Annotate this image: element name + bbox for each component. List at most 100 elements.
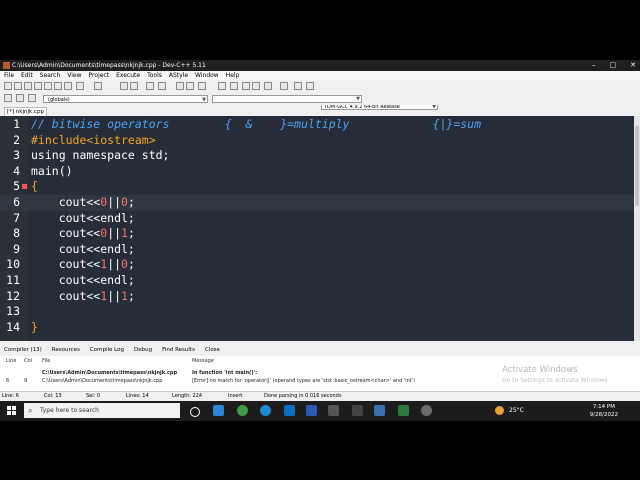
tab-resources[interactable]: Resources (52, 345, 80, 356)
close-button[interactable]: ✕ (630, 60, 636, 71)
col-header-col[interactable]: Col (24, 358, 32, 364)
minimize-button[interactable]: – (592, 60, 596, 71)
run-icon[interactable] (230, 82, 238, 90)
print-icon[interactable] (64, 82, 72, 90)
devcpp-taskbar-icon[interactable] (374, 405, 385, 416)
line-number: 1 (13, 117, 20, 131)
scrollbar-thumb[interactable] (635, 126, 639, 206)
menu-astyle[interactable]: AStyle (169, 71, 188, 80)
col-header-message[interactable]: Message (192, 358, 214, 364)
code-line[interactable]: 3 using namespace std; (0, 148, 634, 164)
chrome-icon[interactable] (237, 405, 248, 416)
task-view-icon[interactable] (190, 407, 200, 417)
editor-scrollbar[interactable] (634, 116, 640, 341)
bookmark-icon[interactable] (158, 82, 166, 90)
member-select[interactable]: ▼ (212, 95, 362, 103)
windows-start-icon[interactable] (7, 406, 16, 415)
close-all-icon[interactable] (54, 82, 62, 90)
code-line[interactable]: 9 cout<<endl; (0, 242, 634, 258)
message-file[interactable]: C:\Users\Admin\Documents\timepass\nkjnjk… (42, 370, 177, 376)
tab-close[interactable]: Close (205, 345, 220, 356)
tab-find-results[interactable]: Find Results (162, 345, 195, 356)
message-file[interactable]: C:\Users\Admin\Documents\timepass\nkjnjk… (42, 378, 162, 384)
replace-icon[interactable] (130, 82, 138, 90)
code-line[interactable]: 1 // bitwise operators { & }=multiply {|}… (0, 117, 634, 133)
code-token: } (31, 319, 38, 334)
compile-run-icon[interactable] (242, 82, 250, 90)
debug-icon[interactable] (306, 82, 314, 90)
word-icon[interactable] (306, 405, 317, 416)
file-explorer-icon[interactable] (213, 405, 224, 416)
settings-icon[interactable] (421, 405, 432, 416)
project-icon[interactable] (198, 82, 206, 90)
scope-select[interactable]: (globals) ▼ (43, 95, 208, 103)
indent-icon[interactable] (176, 82, 184, 90)
code-line[interactable]: 10 cout<<1||0; (0, 257, 634, 273)
new-file-icon[interactable] (4, 82, 12, 90)
menu-edit[interactable]: Edit (21, 71, 33, 80)
tab-debug[interactable]: Debug (134, 345, 152, 356)
menu-window[interactable]: Window (195, 71, 219, 80)
sheets-icon[interactable] (398, 405, 409, 416)
line-number: 10 (6, 257, 20, 272)
close-file-icon[interactable] (44, 82, 52, 90)
redo-icon[interactable] (94, 82, 102, 90)
col-header-file[interactable]: File (42, 358, 50, 364)
code-line[interactable]: 2 #include<iostream> (0, 133, 634, 149)
code-token: using namespace std; (31, 148, 170, 163)
menu-file[interactable]: File (4, 71, 14, 80)
goto-bookmark-icon[interactable] (28, 94, 36, 102)
store-icon[interactable] (328, 405, 339, 416)
code-line[interactable]: 8 cout<<0||1; (0, 226, 634, 242)
line-number: 5 (13, 179, 20, 194)
tab-compile-log[interactable]: Compile Log (90, 345, 124, 356)
line-number: 7 (13, 210, 20, 225)
code-line[interactable]: 12 cout<<1||1; (0, 289, 634, 305)
code-line[interactable]: 4 main() (0, 164, 634, 180)
taskbar-search[interactable]: ⌕ Type here to search (24, 403, 180, 418)
undo-icon[interactable] (76, 82, 84, 90)
stop-icon[interactable] (280, 82, 288, 90)
menu-help[interactable]: Help (226, 71, 240, 80)
code-editor[interactable]: 1 // bitwise operators { & }=multiply {|}… (0, 116, 634, 341)
unindent-icon[interactable] (186, 82, 194, 90)
tab-compiler[interactable]: Compiler (13) (4, 345, 42, 356)
code-line[interactable]: 11 cout<<endl; (0, 273, 634, 289)
code-line[interactable]: 13 (0, 304, 634, 320)
message-text[interactable]: In function 'int main()': (192, 370, 257, 376)
menu-project[interactable]: Project (89, 71, 110, 80)
chart-icon[interactable] (294, 82, 302, 90)
code-line[interactable]: 6 cout<<0||0; (0, 195, 634, 211)
insert-icon[interactable] (4, 94, 12, 102)
compile-icon[interactable] (218, 82, 226, 90)
menu-search[interactable]: Search (40, 71, 61, 80)
toggle-bookmark-icon[interactable] (16, 94, 24, 102)
code-line[interactable]: 5{ (0, 179, 634, 195)
file-tab[interactable]: [*] nkjnjk.cpp (4, 107, 47, 116)
save-all-icon[interactable] (34, 82, 42, 90)
menu-tools[interactable]: Tools (147, 71, 162, 80)
col-header-line[interactable]: Line (6, 358, 16, 364)
app-icon[interactable] (352, 405, 363, 416)
code-line[interactable]: 7 cout<<endl; (0, 211, 634, 227)
rebuild-icon[interactable] (252, 82, 260, 90)
menu-view[interactable]: View (67, 71, 81, 80)
activation-watermark-subtitle: Go to Settings to activate Windows. (502, 377, 610, 384)
check-icon[interactable] (264, 82, 272, 90)
code-token: || (107, 226, 122, 241)
goto-icon[interactable] (146, 82, 154, 90)
edge-icon[interactable] (260, 405, 271, 416)
maximize-button[interactable]: □ (610, 60, 617, 71)
open-file-icon[interactable] (14, 82, 22, 90)
code-line[interactable]: 14} (0, 320, 634, 336)
message-text[interactable]: [Error] no match for 'operator||' (opera… (192, 378, 415, 384)
bottom-tabs: Compiler (13) Resources Compile Log Debu… (0, 345, 640, 356)
mail-icon[interactable] (284, 405, 295, 416)
line-number: 6 (13, 195, 20, 209)
code-text: cout<<endl; (31, 211, 135, 227)
menu-execute[interactable]: Execute (116, 71, 140, 80)
clock[interactable]: 7:14 PM 9/28/2022 (590, 403, 618, 419)
save-icon[interactable] (24, 82, 32, 90)
find-icon[interactable] (120, 82, 128, 90)
fold-marker-icon[interactable] (22, 184, 27, 190)
